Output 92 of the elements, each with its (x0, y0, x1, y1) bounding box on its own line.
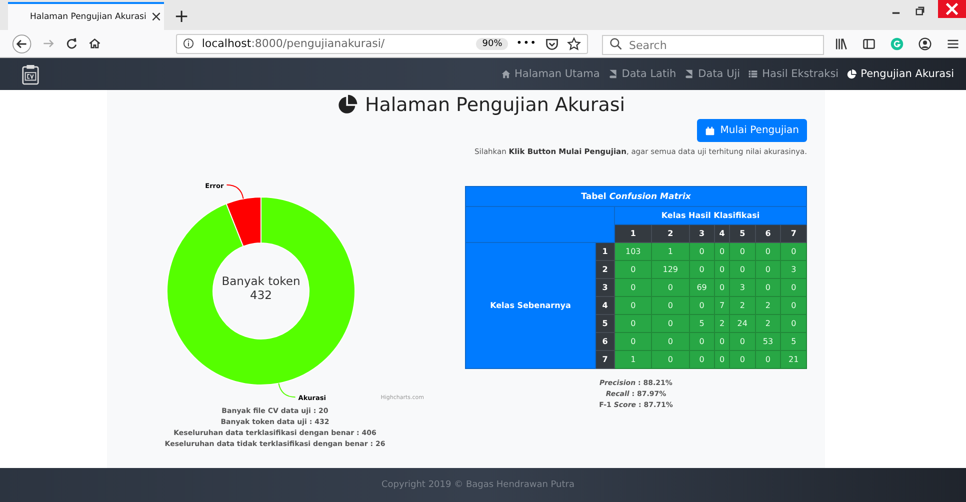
donut-center-value: 432 (250, 288, 272, 302)
table-cell: 0 (614, 278, 652, 296)
leader-line (278, 382, 296, 398)
home-icon (500, 69, 511, 79)
book-icon (684, 69, 694, 79)
table-cell: 0 (652, 296, 689, 314)
table-cell: 0 (689, 260, 715, 278)
search-icon (609, 36, 623, 50)
table-cell: 0 (755, 242, 781, 260)
nav-link[interactable]: Hasil Ekstraksi (748, 68, 839, 80)
table-cell: 3 (780, 260, 806, 278)
list-icon (748, 69, 758, 79)
home-icon[interactable] (88, 36, 102, 51)
cv-clipboard-logo[interactable] (21, 64, 40, 84)
search-field[interactable]: Search (602, 35, 824, 55)
table-cell: 69 (689, 278, 715, 296)
column-header: 1 (614, 224, 652, 242)
table-cell: 53 (755, 332, 781, 350)
table-cell: 2 (730, 296, 756, 314)
close-tab-button[interactable]: × (150, 9, 162, 25)
table-cell: 0 (652, 350, 689, 368)
browser-tab[interactable]: Halaman Pengujian Akurasi × (8, 2, 164, 30)
table-cell: 0 (780, 314, 806, 332)
new-tab-button[interactable]: + (174, 6, 190, 27)
table-cell: 0 (780, 278, 806, 296)
table-cell: 0 (755, 278, 781, 296)
info-icon (182, 38, 194, 49)
sidebar-icon[interactable] (862, 36, 876, 50)
url-text: localhost:8000/pengujianakurasi/ (202, 37, 386, 50)
zoom-badge[interactable]: 90% (476, 38, 508, 50)
address-field[interactable]: localhost:8000/pengujianakurasi/ 90% ••• (176, 34, 588, 54)
table-cell: 0 (614, 332, 652, 350)
table-cell: 0 (689, 296, 715, 314)
table-cell: 2 (755, 296, 781, 314)
column-group-header: Kelas Hasil Klasifikasi (614, 206, 806, 224)
table-cell: 0 (730, 332, 756, 350)
column-header: 6 (755, 224, 781, 242)
table-cell: 103 (614, 242, 652, 260)
nav-link[interactable]: Pengujian Akurasi (846, 68, 954, 80)
nav-link[interactable]: Data Uji (684, 68, 740, 80)
leader-line (226, 184, 244, 200)
library-icon[interactable] (834, 36, 848, 50)
calendar-icon (705, 126, 716, 136)
table-cell: 0 (730, 242, 756, 260)
table-cell: 0 (652, 278, 689, 296)
pie-chart-icon (336, 94, 359, 116)
table-cell: 0 (689, 350, 715, 368)
book-icon (608, 69, 618, 79)
table-cell: 0 (780, 296, 806, 314)
pocket-icon[interactable] (545, 36, 559, 50)
back-icon[interactable] (12, 32, 32, 54)
table-cell: 0 (652, 314, 689, 332)
nav-link[interactable]: Halaman Utama (500, 68, 600, 80)
table-cell: 0 (614, 296, 652, 314)
table-cell: 0 (780, 242, 806, 260)
table-cell: 5 (689, 314, 715, 332)
table-cell: 0 (652, 332, 689, 350)
pie-chart-icon (846, 69, 857, 79)
table-cell: 1 (652, 242, 689, 260)
table-cell: 0 (689, 242, 715, 260)
table-cell: 0 (755, 260, 781, 278)
column-header: 7 (780, 224, 806, 242)
table-cell: 5 (780, 332, 806, 350)
nav-link[interactable]: Data Latih (608, 68, 676, 80)
star-icon[interactable] (567, 36, 581, 50)
donut-center-label: Banyak token (222, 274, 300, 288)
table-cell: 24 (730, 314, 756, 332)
reload-icon[interactable] (65, 36, 78, 51)
tab-title: Halaman Pengujian Akurasi (30, 12, 146, 22)
more-button[interactable]: ••• (516, 38, 537, 49)
table-cell: 129 (652, 260, 689, 278)
table-cell: 2 (755, 314, 781, 332)
table-cell: 0 (730, 260, 756, 278)
table-cell: 0 (755, 350, 781, 368)
table-cell: 0 (614, 314, 652, 332)
table-title: Tabel Confusion Matrix (466, 186, 806, 206)
table-cell: 1 (614, 350, 652, 368)
table-cell: 0 (614, 260, 652, 278)
start-test-button[interactable]: Mulai Pengujian (697, 119, 807, 142)
close-icon[interactable] (938, 0, 966, 18)
table-cell: 0 (730, 350, 756, 368)
column-header: 2 (652, 224, 689, 242)
page-title: Halaman Pengujian Akurasi (364, 94, 626, 116)
restore-icon[interactable] (914, 5, 926, 17)
table-cell: 0 (689, 332, 715, 350)
row-group-header: Kelas Sebenarnya (466, 242, 596, 368)
copyright-text: Copyright 2019 © Bagas Hendrawan Putra (381, 480, 575, 490)
column-header: 5 (730, 224, 756, 242)
account-icon[interactable] (918, 36, 932, 50)
column-header: 3 (689, 224, 715, 242)
table-cell: 21 (780, 350, 806, 368)
table-cell: 3 (730, 278, 756, 296)
